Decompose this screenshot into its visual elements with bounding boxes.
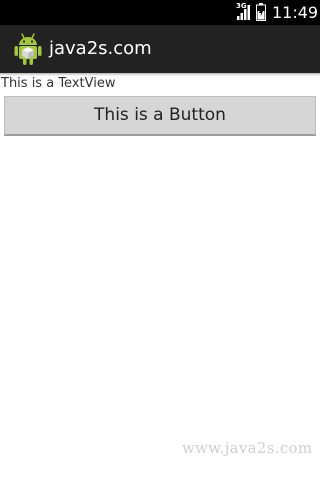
android-robot-icon (14, 33, 42, 65)
app-title: java2s.com (49, 38, 152, 59)
signal-icon (237, 5, 250, 20)
action-bar (0, 25, 320, 73)
status-time: 11:49 (272, 3, 319, 22)
screen: 3G 11:49 java2s.com This is a TextView T… (0, 0, 320, 480)
battery-icon (256, 3, 266, 21)
main-button[interactable]: This is a Button (4, 96, 316, 136)
text-view: This is a TextView (1, 76, 116, 91)
status-bar: 3G 11:49 (0, 0, 320, 25)
watermark: www.java2s.com (182, 439, 313, 457)
